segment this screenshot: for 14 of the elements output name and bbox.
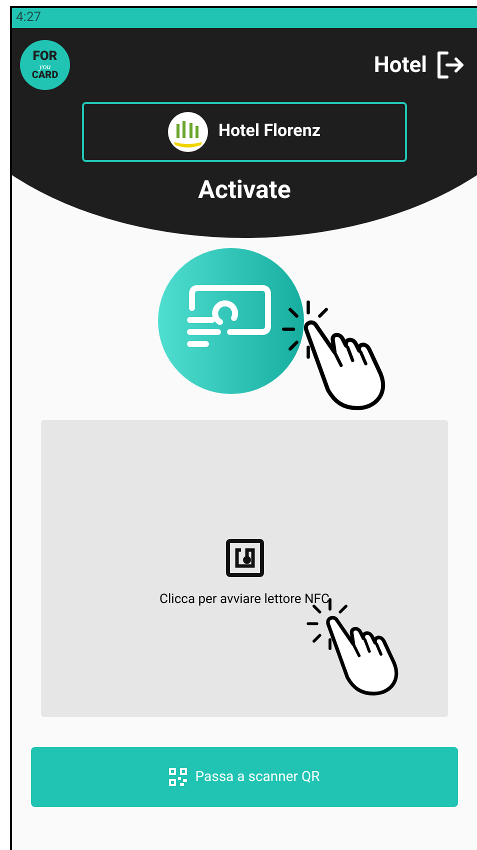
qr-code-icon [169,768,188,786]
nfc-label: Clicca per avviare lettore NFC [160,590,330,609]
hotel-selector[interactable]: Hotel Florenz [82,102,407,162]
card-tap-icon [158,248,304,394]
logo-script-text: you [39,62,51,70]
user-label: Hotel [374,52,427,80]
nfc-panel[interactable]: Clicca per avviare lettore NFC [41,420,448,717]
status-time: 4:27 [16,9,42,28]
page-title: Activate [198,175,291,207]
logo-text: FOR [32,50,58,62]
hotel-logo-icon [168,112,208,152]
nfc-icon [224,538,264,578]
logo-text: CARD [32,70,58,80]
logout-icon[interactable] [435,50,465,80]
